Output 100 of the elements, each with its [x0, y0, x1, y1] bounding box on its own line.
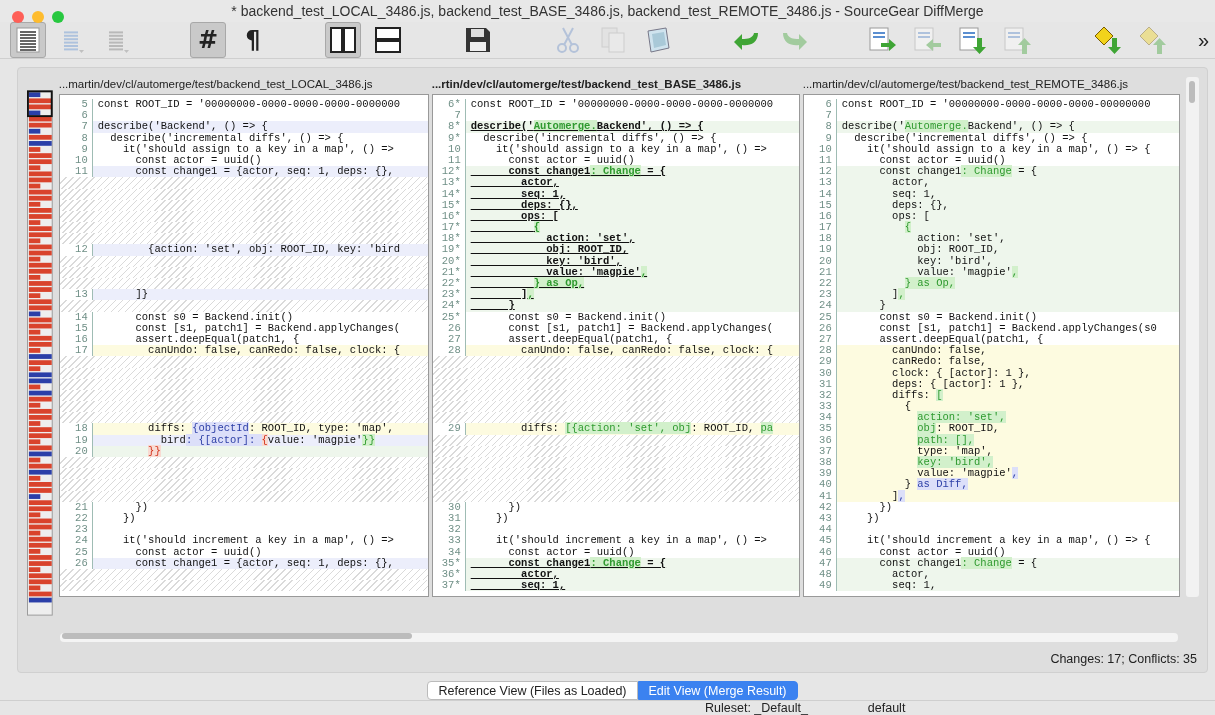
line-number: 21: [59, 501, 93, 513]
line-number: 13: [803, 177, 837, 189]
close-button[interactable]: [12, 11, 24, 23]
line-number: 17: [803, 222, 837, 234]
line-number: 20: [803, 255, 837, 267]
line-number: 20*: [432, 255, 466, 267]
encoding-label: default: [867, 701, 906, 715]
line-number: 43: [803, 512, 837, 525]
line-number: 14*: [432, 188, 466, 200]
line-number: 25: [803, 311, 837, 323]
line-number: 23: [59, 524, 93, 536]
file-path-header[interactable]: ...rtin/dev/cl/automerge/test/backend_test_BASE_3486.js: [431, 74, 800, 94]
line-number: 24*: [432, 300, 466, 312]
line-number: 19: [59, 434, 93, 446]
document-lines-icon: [14, 26, 42, 54]
line-number: 30: [432, 501, 466, 513]
diamond-arrow-icon: [1137, 25, 1169, 55]
toolbar-overflow-button[interactable]: »: [1197, 28, 1209, 52]
line-number: 6: [803, 99, 837, 111]
line-number: 46: [803, 546, 837, 558]
line-number: 35*: [432, 557, 466, 569]
line-number: 47: [803, 557, 837, 569]
line-number: 21: [803, 266, 837, 278]
minimize-button[interactable]: [32, 11, 44, 23]
file-path-header[interactable]: ...martin/dev/cl/automerge/test/backend_test_REMOTE_3486.js: [802, 74, 1180, 94]
line-number: 38: [803, 457, 837, 469]
code-line: it('should increment a key in a map', () =>: [121, 535, 395, 547]
line-number: 34: [803, 412, 837, 424]
line-number: 15: [803, 199, 837, 211]
code-line: describe('incremental diffs', () => {: [482, 132, 718, 144]
side-by-side-icon: [328, 25, 358, 55]
line-number: 22: [803, 278, 837, 290]
code-line: assert.deepEqual(patch1, {: [878, 333, 1044, 346]
line-number: 41: [803, 490, 837, 502]
code-line: }): [507, 501, 523, 513]
code-line: const actor = uuid(): [508, 154, 635, 167]
code-line: const ROOT_ID = '00000000-0000-0000-0000-0000000: [96, 99, 402, 111]
code-line: }): [121, 512, 136, 525]
code-line: }): [494, 512, 509, 525]
line-number: 28: [803, 345, 837, 357]
line-number: 25: [59, 546, 93, 558]
line-number: 29: [432, 423, 466, 435]
line-number: 32: [432, 524, 466, 536]
line-number: 15: [59, 322, 93, 334]
line-number: 36: [803, 434, 837, 446]
doc-lines-button[interactable]: [10, 22, 46, 58]
line-number: 22*: [432, 278, 466, 290]
code-line: assert.deepEqual(patch1, {: [507, 333, 673, 346]
line-number: 10: [803, 143, 837, 155]
line-number: 6: [59, 110, 93, 122]
format-toggle-button[interactable]: #: [190, 22, 226, 58]
line-number: 26: [59, 557, 93, 569]
line-number: 18*: [432, 233, 466, 245]
line-number: 6*: [432, 99, 466, 111]
code-line: describe('incremental diffs', () => {: [853, 132, 1089, 144]
document-arrow-icon: [957, 25, 989, 55]
line-number: 25*: [432, 311, 466, 323]
line-number: 5: [59, 99, 93, 111]
columns-button[interactable]: [325, 22, 361, 58]
document-arrow-icon: [1002, 25, 1034, 55]
line-number: 19*: [432, 244, 466, 256]
code-line: it('should increment a key in a map', () =>: [494, 535, 768, 547]
ruleset-label: Ruleset: _Default_: [705, 701, 808, 715]
line-number: 19: [803, 244, 837, 256]
line-number: 14: [59, 311, 93, 323]
line-number: 8: [59, 132, 93, 144]
line-number: 16*: [432, 210, 466, 223]
line-number: 24: [59, 535, 93, 547]
line-number: 18: [59, 423, 93, 435]
code-line: const [s1, patch1] = Backend.applyChanges(: [507, 322, 775, 334]
line-number: 11: [803, 154, 837, 167]
code-line: const [s1, patch1] = Backend.applyChanges(s0: [878, 322, 1158, 334]
line-number: 12: [59, 244, 93, 256]
line-number: 35: [803, 423, 837, 435]
line-number: 23: [803, 289, 837, 301]
line-number: 22: [59, 512, 93, 525]
line-number: 44: [803, 524, 837, 536]
file-path-header[interactable]: ...martin/dev/cl/automerge/test/backend_test_LOCAL_3486.js: [58, 74, 429, 94]
line-number: 48: [803, 568, 837, 581]
line-number: 13*: [432, 177, 466, 189]
horizontal-scrollbar[interactable]: [60, 633, 1178, 642]
vertical-scrollbar[interactable]: [1185, 77, 1199, 597]
line-number: 33: [803, 401, 837, 413]
code-line: describe('incremental diffs', () => {: [109, 132, 345, 144]
line-number: 12*: [432, 166, 466, 178]
line-number: 8*: [432, 121, 466, 133]
code-line: const s0 = Backend.init(): [507, 311, 668, 323]
line-number: 31: [432, 512, 466, 525]
code-line: const ROOT_ID = '00000000-0000-0000-0000-0000000: [469, 99, 775, 111]
code-line: const s0 = Backend.init(): [134, 311, 295, 323]
line-number: 31: [803, 378, 837, 390]
window-title: * backend_test_LOCAL_3486.js, backend_test_BASE_3486.js, backend_test_REMOTE_3486.js - SourceGear DiffMerge: [231, 3, 984, 19]
code-line: const actor = uuid(): [135, 154, 262, 167]
view-tab[interactable]: Reference View (Files as Loaded): [427, 681, 638, 700]
line-number: 37*: [432, 580, 466, 592]
view-tab[interactable]: Edit View (Merge Result): [637, 681, 798, 700]
code-line: it('should assign to a key in a map', () =>: [122, 143, 395, 155]
format-toggle-button[interactable]: ¶: [235, 22, 271, 58]
zoom-button[interactable]: [52, 11, 64, 23]
code-line: const actor = uuid(): [507, 546, 636, 558]
